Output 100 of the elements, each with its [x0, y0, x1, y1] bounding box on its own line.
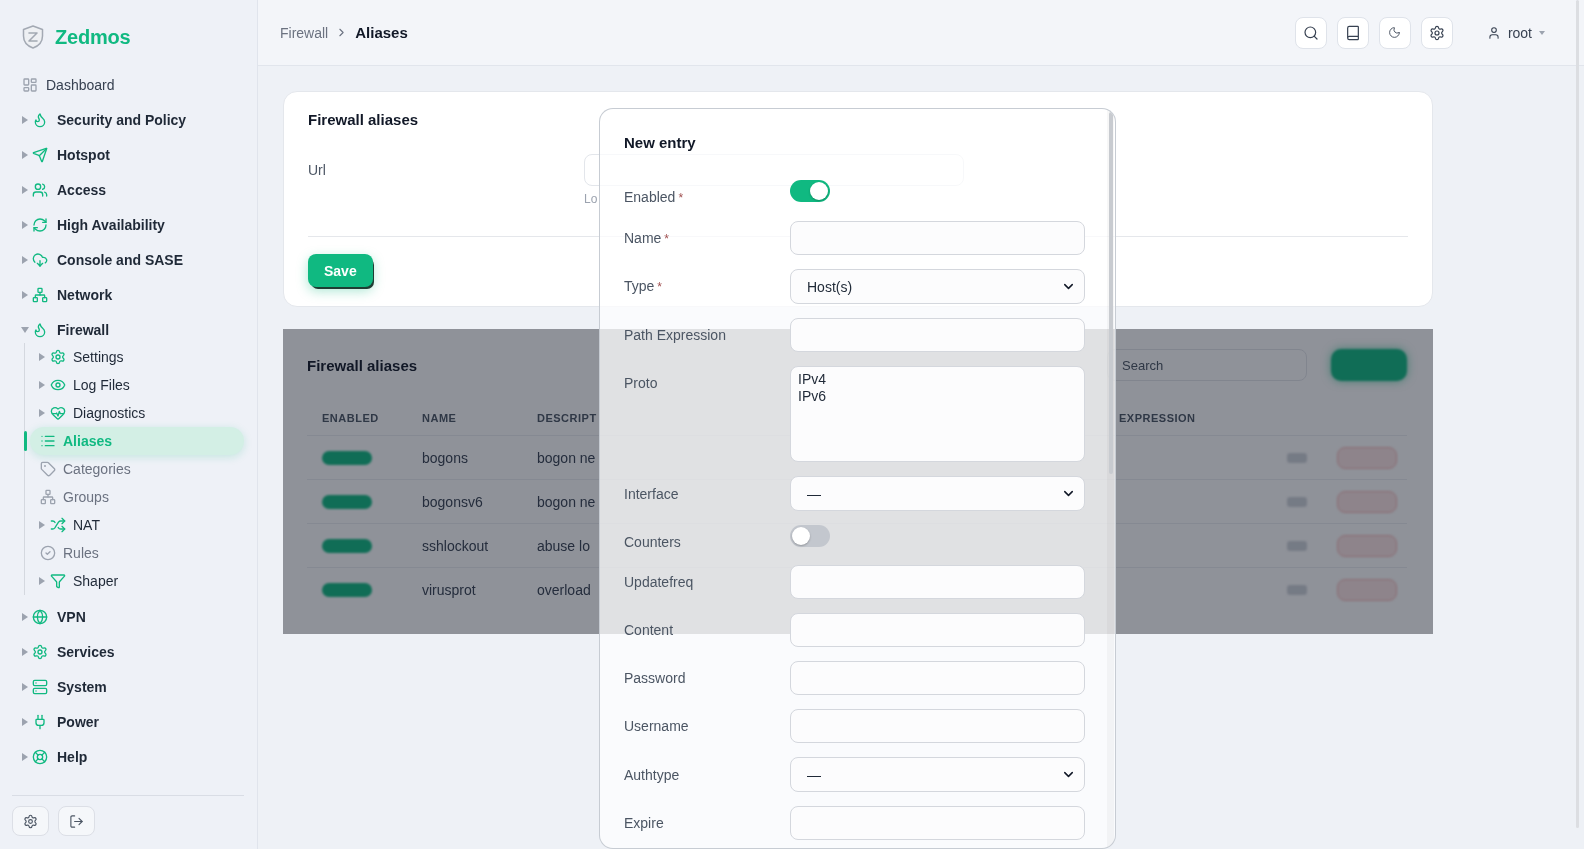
column-header: DESCRIPT: [537, 411, 597, 424]
search-button[interactable]: [1294, 16, 1327, 49]
sidebar-item[interactable]: Shaper: [30, 567, 244, 595]
sidebar-item[interactable]: Log Files: [30, 371, 244, 399]
settings-button[interactable]: [1420, 16, 1453, 49]
dashboard-icon: [22, 76, 38, 93]
action-icon[interactable]: [1287, 584, 1307, 595]
paper-plane-icon: [32, 146, 48, 163]
sidebar-item[interactable]: Access: [20, 172, 244, 207]
select-field[interactable]: —: [790, 476, 1085, 511]
field-label: Authtype: [624, 765, 680, 784]
text-input[interactable]: [790, 318, 1085, 352]
book-icon: [1344, 24, 1361, 41]
eye-icon: [50, 377, 66, 393]
sidebar-item[interactable]: Help: [20, 739, 244, 774]
listbox-option[interactable]: IPv6: [791, 388, 1084, 405]
field-label: Updatefreq: [624, 573, 694, 591]
funnel-icon: [50, 573, 66, 589]
heart-pulse-icon: [50, 405, 66, 421]
text-input[interactable]: [790, 221, 1085, 255]
user-icon: [1486, 25, 1501, 40]
select-field[interactable]: —: [790, 757, 1085, 792]
toggle-switch[interactable]: [790, 525, 830, 547]
action-icon[interactable]: [1287, 540, 1307, 551]
field-label: Url: [308, 162, 327, 178]
sidebar-item[interactable]: Categories: [30, 455, 244, 483]
logout-icon: [69, 813, 84, 829]
table-cell: bogon ne: [537, 449, 596, 466]
action-icon[interactable]: [1287, 452, 1307, 463]
sidebar-item[interactable]: Groups: [30, 483, 244, 511]
table-cell: sshlockout: [422, 537, 489, 554]
listbox[interactable]: IPv4 IPv6: [790, 366, 1085, 462]
field-label: Username: [624, 717, 689, 735]
table-cell: virusprot: [422, 581, 476, 598]
cloud-download-icon: [32, 251, 48, 268]
globe-icon: [32, 608, 48, 625]
action-icon[interactable]: [1287, 496, 1307, 507]
field-label: Enabled: [624, 188, 676, 206]
column-header: ENABLED: [322, 411, 379, 424]
sidebar-item[interactable]: Security and Policy: [20, 102, 244, 137]
card-title: Firewall aliases: [308, 110, 420, 130]
sidebar-item[interactable]: High Availability: [20, 207, 244, 242]
text-input[interactable]: [790, 661, 1085, 695]
server-icon: [32, 678, 48, 695]
sidebar-item[interactable]: VPN: [20, 599, 244, 634]
settings-button[interactable]: [12, 806, 49, 836]
tag-icon: [40, 461, 56, 477]
gear-icon: [1428, 24, 1445, 41]
scrollbar-track[interactable]: [1107, 109, 1114, 848]
field-label: Content: [624, 621, 674, 639]
sidebar-item[interactable]: Rules: [30, 539, 244, 567]
card-title: Firewall aliases: [307, 356, 418, 374]
scrollbar-thumb[interactable]: [1108, 112, 1113, 474]
sidebar-item[interactable]: Diagnostics: [30, 399, 244, 427]
breadcrumb-link[interactable]: Firewall: [280, 24, 329, 41]
table-cell: bogons: [422, 449, 468, 466]
refresh-icon: [32, 216, 48, 233]
text-input[interactable]: [790, 565, 1085, 599]
sidebar-item[interactable]: NAT: [30, 511, 244, 539]
field-label: Interface: [624, 484, 679, 503]
moon-icon: [1388, 26, 1402, 39]
sidebar-item[interactable]: Services: [20, 634, 244, 669]
sidebar-item[interactable]: Dashboard: [20, 67, 244, 102]
table-cell: overload: [537, 581, 591, 598]
required-mark: *: [678, 190, 684, 207]
book-button[interactable]: [1336, 16, 1369, 49]
required-mark: *: [664, 230, 670, 248]
sidebar-item[interactable]: Power: [20, 704, 244, 739]
caret-icon: [1539, 30, 1545, 35]
user-menu[interactable]: root: [1486, 24, 1545, 41]
table-cell: bogon ne: [537, 493, 596, 510]
brand-name: Zedmos: [55, 25, 131, 49]
flame-icon: [32, 321, 48, 338]
sidebar-item[interactable]: Hotspot: [20, 137, 244, 172]
field-label: Name: [624, 228, 662, 247]
sidebar-item[interactable]: Console and SASE: [20, 242, 244, 277]
active-indicator: [24, 431, 27, 451]
text-input[interactable]: [790, 806, 1085, 840]
text-input[interactable]: [790, 709, 1085, 743]
select-field[interactable]: Host(s): [790, 269, 1085, 304]
users-icon: [32, 181, 48, 198]
listbox-option[interactable]: IPv4: [791, 371, 1084, 388]
table-cell: abuse lo: [537, 537, 590, 554]
gear-icon: [23, 813, 38, 829]
network-icon: [32, 286, 48, 303]
breadcrumb-link[interactable]: Aliases: [355, 24, 408, 41]
modal-title: New entry: [624, 133, 697, 153]
theme-button[interactable]: [1378, 16, 1411, 49]
primary-button[interactable]: [1331, 349, 1407, 381]
field-label: Path Expression: [624, 326, 726, 344]
toggle-switch[interactable]: [790, 180, 830, 202]
lifebuoy-icon: [32, 748, 48, 765]
flame-icon: [32, 111, 48, 128]
search-icon: [1302, 24, 1319, 41]
field-label: Password: [624, 669, 686, 687]
logout-button[interactable]: [58, 806, 95, 836]
column-header: NAME: [422, 411, 457, 424]
sidebar-item[interactable]: System: [20, 669, 244, 704]
sidebar-item[interactable]: Network: [20, 277, 244, 312]
text-input[interactable]: [790, 613, 1085, 647]
